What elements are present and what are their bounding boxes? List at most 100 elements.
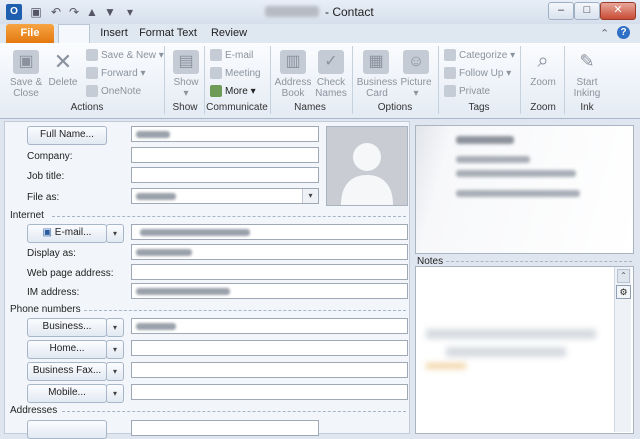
meeting-button[interactable]: Meeting — [210, 67, 261, 81]
contact-photo[interactable] — [326, 126, 408, 206]
forward-icon — [86, 67, 98, 80]
close-button[interactable]: ✕ — [600, 2, 636, 20]
card-name-redacted — [456, 136, 514, 144]
card-line-redacted — [456, 156, 530, 163]
address-type-button[interactable] — [27, 420, 107, 439]
undo-icon[interactable]: ↶ — [48, 4, 64, 20]
group-separator — [164, 46, 165, 114]
save-new-button[interactable]: Save & New ▾ — [86, 49, 164, 63]
follow-up-button[interactable]: Follow Up ▾ — [444, 67, 511, 81]
email-button[interactable]: ▣ E-mail... — [27, 224, 107, 243]
flag-icon — [444, 67, 456, 80]
business-fax-field[interactable] — [131, 362, 408, 378]
notes-scrollbar[interactable]: ⌃ ⚙ — [614, 267, 631, 432]
group-separator — [564, 46, 565, 114]
magnifier-icon: ⌕ — [537, 50, 549, 72]
notes-content-redacted — [426, 329, 596, 339]
business-card-preview[interactable] — [415, 125, 634, 254]
categorize-button[interactable]: Categorize ▾ — [444, 49, 515, 63]
save-new-icon — [86, 49, 98, 62]
group-label-options: Options — [377, 102, 413, 113]
up-icon[interactable]: ▲ — [84, 4, 100, 20]
maximize-button[interactable]: □ — [574, 2, 600, 20]
mobile-phone-dropdown[interactable]: ▾ — [106, 384, 124, 403]
business-phone-dropdown[interactable]: ▾ — [106, 318, 124, 337]
job-title-field[interactable] — [131, 167, 319, 183]
full-name-button[interactable]: Full Name... — [27, 126, 107, 145]
file-as-dropdown-icon[interactable]: ▾ — [302, 189, 318, 203]
display-as-label: Display as: — [27, 248, 76, 259]
group-label-communicate: Communicate — [206, 102, 268, 113]
business-fax-button[interactable]: Business Fax... — [27, 362, 107, 381]
picture-button[interactable]: Picture ▾ — [398, 77, 434, 99]
check-names-icon: ✓ — [318, 50, 344, 74]
business-phone-field[interactable] — [131, 318, 408, 334]
notes-content-redacted — [446, 347, 566, 357]
group-label-actions: Actions — [70, 102, 104, 113]
delete-button[interactable]: Delete — [46, 77, 80, 88]
scroll-handle[interactable]: ⚙ — [616, 285, 631, 299]
company-field[interactable] — [131, 147, 319, 163]
tab-contact[interactable] — [58, 24, 90, 45]
address-book-button[interactable]: Address Book — [274, 77, 312, 99]
save-icon[interactable]: ▣ — [28, 4, 44, 20]
group-separator — [520, 46, 521, 114]
group-label-zoom: Zoom — [530, 102, 556, 113]
pen-icon: ✎ — [579, 51, 595, 71]
business-fax-dropdown[interactable]: ▾ — [106, 362, 124, 381]
picture-icon: ☺ — [403, 50, 429, 74]
outlook-app-icon[interactable]: O — [6, 4, 22, 20]
tab-file[interactable]: File — [6, 24, 54, 43]
address-book-small-icon: ▣ — [42, 227, 52, 238]
business-phone-button[interactable]: Business... — [27, 318, 107, 337]
home-phone-dropdown[interactable]: ▾ — [106, 340, 124, 359]
tab-insert[interactable]: Insert — [92, 24, 136, 43]
section-divider — [84, 310, 406, 311]
zoom-button[interactable]: Zoom — [524, 77, 562, 88]
addresses-section-title: Addresses — [10, 405, 58, 416]
home-phone-field[interactable] — [131, 340, 408, 356]
card-line-redacted — [456, 190, 580, 197]
home-phone-button[interactable]: Home... — [27, 340, 107, 359]
minimize-button[interactable]: – — [548, 2, 574, 20]
group-label-names: Names — [294, 102, 326, 113]
group-separator — [352, 46, 353, 114]
minimize-ribbon-icon[interactable]: ⌃ — [600, 27, 609, 40]
scroll-up-icon[interactable]: ⌃ — [617, 269, 630, 283]
mobile-phone-button[interactable]: Mobile... — [27, 384, 107, 403]
categorize-icon — [444, 49, 456, 62]
mobile-phone-field[interactable] — [131, 384, 408, 400]
forward-button[interactable]: Forward ▾ — [86, 67, 146, 81]
email-field[interactable] — [131, 224, 408, 240]
more-button[interactable]: More ▾ — [210, 85, 256, 99]
group-separator — [438, 46, 439, 114]
start-inking-button[interactable]: Start Inking — [566, 77, 608, 99]
customize-icon[interactable]: ▾ — [122, 4, 138, 20]
file-as-select[interactable]: ▾ — [131, 188, 319, 204]
display-as-field[interactable] — [131, 244, 408, 260]
onenote-button[interactable]: OneNote — [86, 85, 141, 99]
more-icon — [210, 85, 222, 98]
card-line-redacted — [456, 170, 576, 177]
private-button[interactable]: Private — [444, 85, 490, 99]
show-button[interactable]: Show ▾ — [168, 77, 204, 99]
check-names-button[interactable]: Check Names — [312, 77, 350, 99]
tab-format-text[interactable]: Format Text — [138, 24, 198, 43]
group-label-tags: Tags — [468, 102, 490, 113]
im-address-field[interactable] — [131, 283, 408, 299]
save-close-button[interactable]: Save & Close — [6, 77, 46, 99]
full-name-field[interactable] — [131, 126, 319, 142]
address-field[interactable] — [131, 420, 319, 436]
redo-icon[interactable]: ↷ — [66, 4, 82, 20]
business-card-button[interactable]: Business Card — [356, 77, 398, 99]
email-icon — [210, 49, 222, 62]
im-address-label: IM address: — [27, 287, 80, 298]
email-ribbon-button[interactable]: E-mail — [210, 49, 253, 63]
help-icon[interactable]: ? — [617, 26, 630, 39]
down-icon[interactable]: ▼ — [102, 4, 118, 20]
web-page-field[interactable] — [131, 264, 408, 280]
tab-review[interactable]: Review — [206, 24, 252, 43]
job-title-label: Job title: — [27, 171, 65, 182]
email-dropdown-button[interactable]: ▾ — [106, 224, 124, 243]
notes-field[interactable] — [415, 266, 634, 434]
